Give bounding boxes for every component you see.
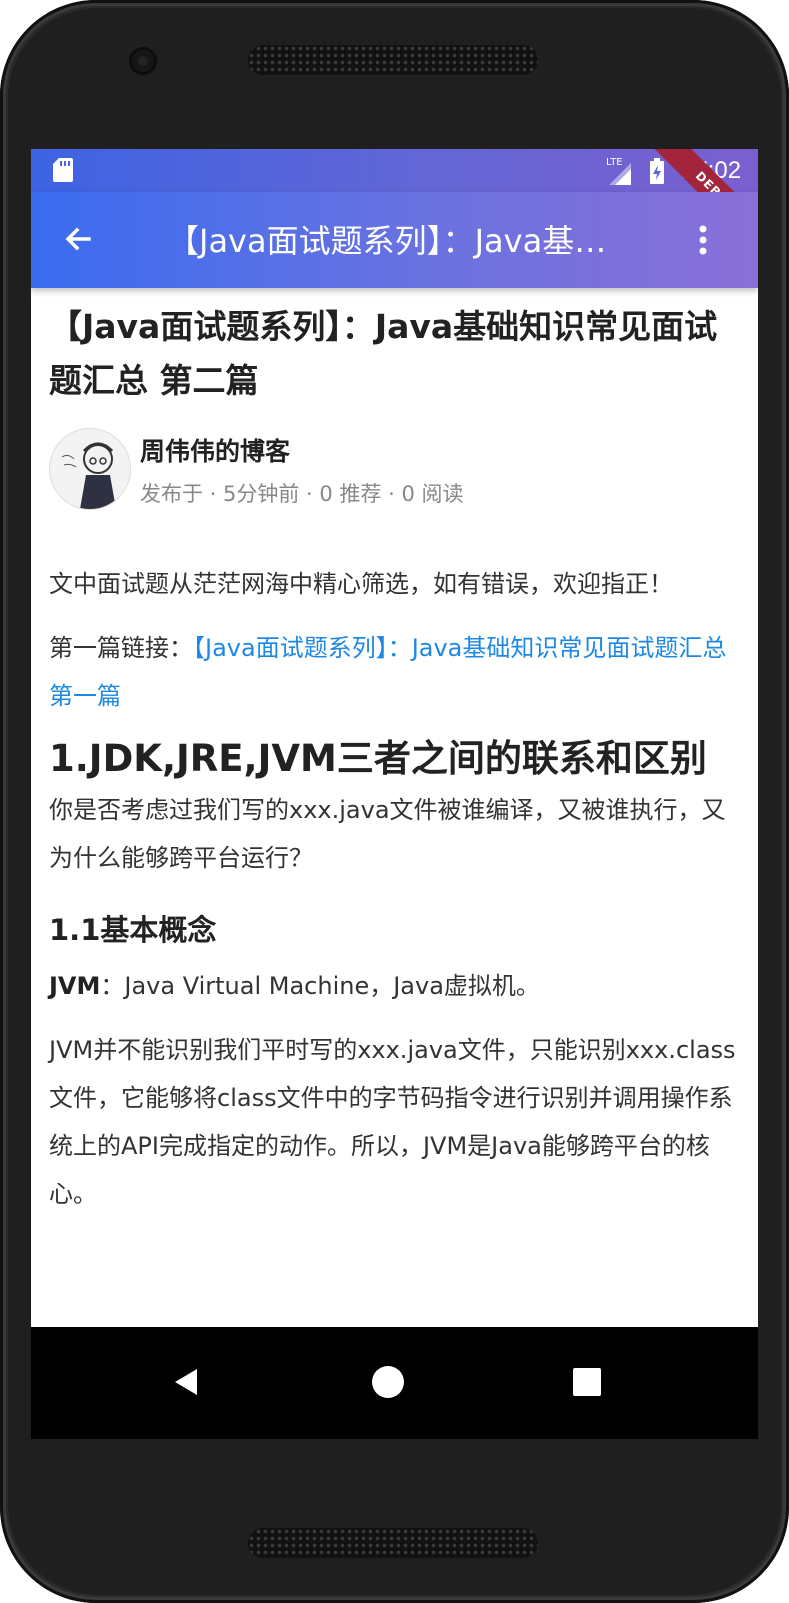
signal-icon bbox=[609, 163, 631, 185]
link-prefix: 第一篇链接： bbox=[49, 634, 193, 662]
nav-recents-icon[interactable] bbox=[573, 1368, 601, 1396]
jvm-term: JVM bbox=[49, 972, 101, 1000]
app-bar: 【Java面试题系列】：Java基础知识常见面试题汇总 第二篇 bbox=[31, 192, 758, 288]
article-meta: 发布于 · 5分钟前 · 0 推荐 · 0 阅读 bbox=[140, 482, 464, 506]
nav-home-icon[interactable] bbox=[372, 1366, 404, 1398]
earpiece-speaker bbox=[248, 45, 538, 75]
avatar-sketch-icon bbox=[61, 442, 116, 509]
section-heading: 1.JDK,JRE,JVM三者之间的联系和区别 bbox=[49, 737, 707, 780]
article-content[interactable]: 【Java面试题系列】：Java基础知识常见面试题汇总 第二篇 周伟伟的博客 发… bbox=[31, 288, 758, 1328]
screen: LTE 17:02 DEBUG 【Java面试题系列】：Java基础知识常见面试… bbox=[31, 149, 758, 1439]
intro-paragraph: 文中面试题从茫茫网海中精心筛选，如有错误，欢迎指正！ bbox=[49, 570, 673, 598]
status-bar: LTE 17:02 DEBUG bbox=[31, 149, 758, 258]
author-name[interactable]: 周伟伟的博客 bbox=[140, 432, 290, 468]
section-paragraph: 你是否考虑过我们写的xxx.java文件被谁编译，又被谁执行，又为什么能够跨平台… bbox=[49, 796, 726, 872]
article-title: 【Java面试题系列】：Java基础知识常见面试题汇总 第二篇 bbox=[49, 307, 718, 400]
more-vert-icon[interactable] bbox=[683, 220, 723, 260]
author-avatar[interactable] bbox=[49, 428, 131, 510]
system-nav-bar bbox=[31, 1327, 758, 1439]
battery-charging-icon bbox=[650, 158, 664, 184]
jvm-definition: ：Java Virtual Machine，Java虚拟机。 bbox=[100, 972, 540, 1000]
app-bar-title: 【Java面试题系列】：Java基础知识常见面试题汇总 第二篇 bbox=[167, 222, 637, 260]
jvm-definition-paragraph: JVM：Java Virtual Machine，Java虚拟机。 bbox=[49, 962, 740, 1010]
front-camera bbox=[129, 47, 157, 75]
nav-back-icon[interactable] bbox=[171, 1365, 205, 1399]
author-row: 周伟伟的博客 发布于 · 5分钟前 · 0 推荐 · 0 阅读 bbox=[49, 428, 740, 528]
first-part-link-paragraph: 第一篇链接：【Java面试题系列】：Java基础知识常见面试题汇总 第一篇 bbox=[49, 624, 740, 720]
subsection-heading: 1.1基本概念 bbox=[49, 913, 217, 947]
phone-frame: LTE 17:02 DEBUG 【Java面试题系列】：Java基础知识常见面试… bbox=[0, 0, 789, 1603]
back-arrow-icon[interactable] bbox=[57, 220, 97, 260]
bottom-speaker bbox=[248, 1528, 538, 1558]
jvm-explanation-paragraph: JVM并不能识别我们平时写的xxx.java文件，只能识别xxx.class文件… bbox=[49, 1036, 736, 1208]
sd-card-icon bbox=[53, 158, 73, 182]
